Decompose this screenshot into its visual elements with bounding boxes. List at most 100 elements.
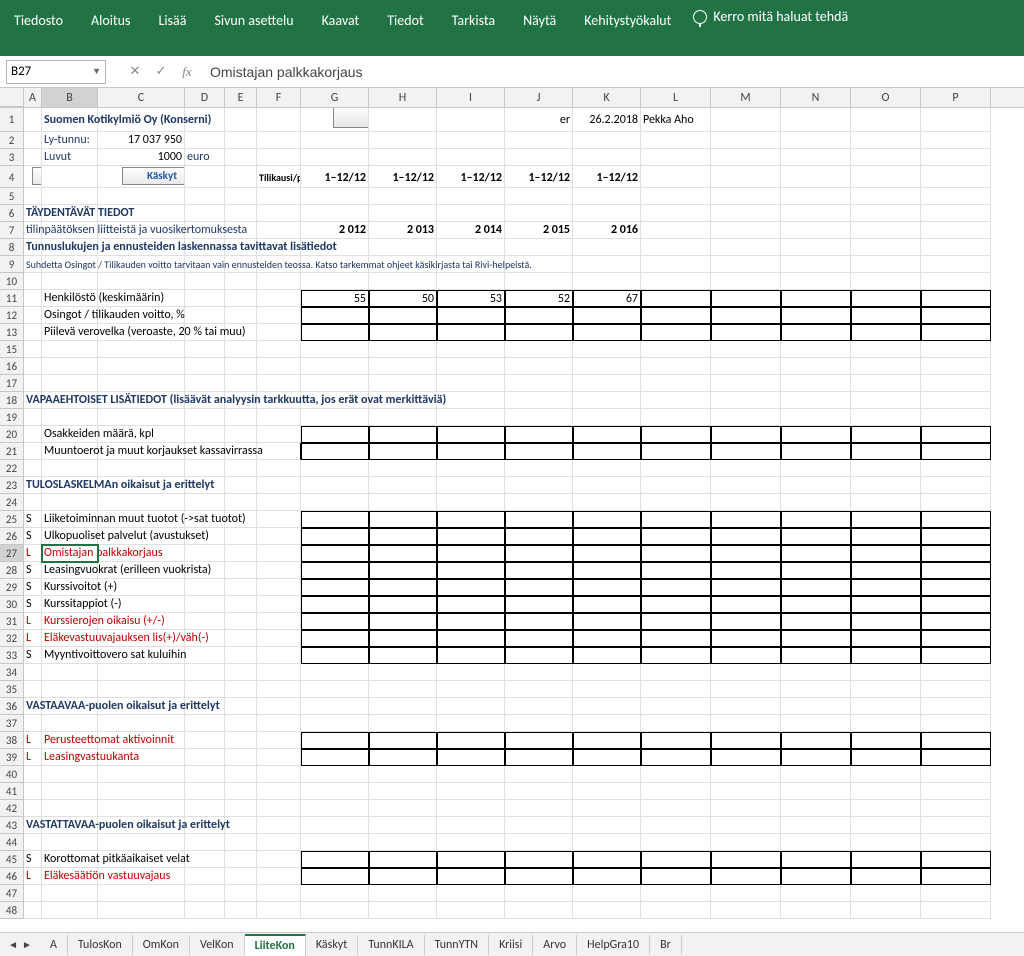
date[interactable]: 26.2.2018 [573, 108, 641, 132]
rowhdr[interactable]: 37 [0, 715, 24, 732]
r39-type[interactable]: L [24, 749, 42, 766]
rowhdr[interactable]: 17 [0, 375, 24, 392]
r25-type[interactable]: S [24, 511, 42, 528]
colhdr-L[interactable]: L [641, 88, 711, 107]
rowhdr[interactable]: 4 [0, 166, 24, 188]
colhdr-H[interactable]: H [369, 88, 437, 107]
rowhdr[interactable]: 1 [0, 108, 24, 132]
rowhdr[interactable]: 39 [0, 749, 24, 766]
sheet-tab-TunnKILA[interactable]: TunnKILA [358, 935, 424, 955]
r45-type[interactable]: S [24, 851, 42, 868]
rowhdr[interactable]: 5 [0, 188, 24, 205]
section-taydentavat[interactable]: TÄYDENTÄVÄT TIEDOT [24, 205, 42, 222]
select-all-corner[interactable] [0, 88, 24, 107]
tab-tiedot[interactable]: Tiedot [373, 8, 437, 33]
r32-type[interactable]: L [24, 630, 42, 647]
rowhdr[interactable]: 30 [0, 596, 24, 613]
tab-nav[interactable]: ◄► [0, 938, 40, 951]
section-vastattavaa[interactable]: VASTATTAVAA-puolen oikaisut ja erittelyt [24, 817, 42, 834]
year-h[interactable]: 2 013 [369, 222, 437, 239]
luvut-unit[interactable]: euro [185, 149, 225, 166]
sheet-tab-Kriisi[interactable]: Kriisi [489, 935, 533, 955]
sheet-tab-TunnYTN[interactable]: TunnYTN [425, 935, 489, 955]
rowhdr[interactable]: 21 [0, 443, 24, 460]
tab-sivun-asettelu[interactable]: Sivun asettelu [200, 8, 307, 33]
colhdr-M[interactable]: M [711, 88, 781, 107]
rowhdr[interactable]: 8 [0, 239, 24, 256]
rowhdr[interactable]: 13 [0, 324, 24, 341]
rowhdr[interactable]: 47 [0, 885, 24, 902]
tab-kaavat[interactable]: Kaavat [308, 8, 374, 33]
r21-label[interactable]: Muuntoerot ja muut korjaukset kassavirra… [42, 443, 98, 460]
rowhdr[interactable]: 15 [0, 341, 24, 358]
rowhdr[interactable]: 22 [0, 460, 24, 477]
formula-input[interactable] [202, 60, 1018, 84]
colhdr-I[interactable]: I [437, 88, 505, 107]
r12-label[interactable]: Osingot / tilikauden voitto, % [42, 307, 98, 324]
rowhdr[interactable]: 31 [0, 613, 24, 630]
year-k[interactable]: 2 016 [573, 222, 641, 239]
rowhdr[interactable]: 28 [0, 562, 24, 579]
colhdr-P[interactable]: P [921, 88, 991, 107]
rowhdr[interactable]: 19 [0, 409, 24, 426]
r11-h[interactable]: 50 [369, 290, 437, 307]
r33-type[interactable]: S [24, 647, 42, 664]
rowhdr[interactable]: 2 [0, 132, 24, 149]
colhdr-N[interactable]: N [781, 88, 851, 107]
sheet-tab-Kaskyt[interactable]: Käskyt [306, 935, 358, 955]
sheet-tab-HelpGra10[interactable]: HelpGra10 [577, 935, 650, 955]
r11-k[interactable]: 67 [573, 290, 641, 307]
sheet-tab-Arvo[interactable]: Arvo [533, 935, 577, 955]
rowhdr[interactable]: 38 [0, 732, 24, 749]
ly-value[interactable]: 17 037 950 [98, 132, 185, 149]
r46-type[interactable]: L [24, 868, 42, 885]
rowhdr[interactable]: 11 [0, 290, 24, 307]
r32-label[interactable]: Eläkevastuuvajauksen lis(+)/väh(-) [42, 630, 98, 647]
rowhdr[interactable]: 45 [0, 851, 24, 868]
colhdr-G[interactable]: G [301, 88, 369, 107]
rowhdr[interactable]: 26 [0, 528, 24, 545]
rowhdr[interactable]: 42 [0, 800, 24, 817]
r28-label[interactable]: Leasingvuokrat (erilleen vuokrista) [42, 562, 98, 579]
tab-tarkista[interactable]: Tarkista [438, 8, 509, 33]
colhdr-K[interactable]: K [573, 88, 641, 107]
tilikausi-j[interactable]: 1–12/12 [505, 166, 573, 188]
rowhdr[interactable]: 16 [0, 358, 24, 375]
rowhdr[interactable]: 34 [0, 664, 24, 681]
r46-label[interactable]: Eläkesäätiön vastuuvajaus [42, 868, 98, 885]
sheet-tab-OmKon[interactable]: OmKon [133, 935, 190, 955]
colhdr-E[interactable]: E [225, 88, 257, 107]
r11-i[interactable]: 53 [437, 290, 505, 307]
sheet-tab-Br[interactable]: Br [650, 935, 682, 955]
suhde-note[interactable]: Suhdetta Osingot / Tilikauden voitto tar… [24, 256, 42, 273]
colhdr-O[interactable]: O [851, 88, 921, 107]
tab-kehitystyokalut[interactable]: Kehitystyökalut [570, 8, 685, 33]
rowhdr[interactable]: 20 [0, 426, 24, 443]
grid[interactable]: 1 Suomen Kotikylmiö Oy (Konserni) SISÄLL… [0, 108, 1024, 919]
sheet-tab-A[interactable]: A [40, 935, 68, 955]
sheet-tab-TulosKon[interactable]: TulosKon [68, 935, 133, 955]
rowhdr[interactable]: 43 [0, 817, 24, 834]
r45-label[interactable]: Korottomat pitkäaikaiset velat [42, 851, 98, 868]
fx-button[interactable]: fx [176, 61, 198, 83]
tilikausi-g[interactable]: 1–12/12 [301, 166, 369, 188]
rowhdr[interactable]: 33 [0, 647, 24, 664]
ly-label[interactable]: Ly-tunnu: [42, 132, 98, 149]
rowhdr[interactable]: 24 [0, 494, 24, 511]
rowhdr[interactable]: 7 [0, 222, 24, 239]
r31-label[interactable]: Kurssierojen oikaisu (+/-) [42, 613, 98, 630]
rivi-helpit-button[interactable]: Rivi- helpit [32, 167, 42, 185]
rowhdr[interactable]: 40 [0, 766, 24, 783]
r11-g[interactable]: 55 [301, 290, 369, 307]
r31-type[interactable]: L [24, 613, 42, 630]
sheet-tab-VelKon[interactable]: VelKon [190, 935, 245, 955]
er-label[interactable]: er [505, 108, 573, 132]
rowhdr[interactable]: 23 [0, 477, 24, 494]
r29-type[interactable]: S [24, 579, 42, 596]
tilikausi-i[interactable]: 1–12/12 [437, 166, 505, 188]
year-j[interactable]: 2 015 [505, 222, 573, 239]
rowhdr[interactable]: 6 [0, 205, 24, 222]
r39-label[interactable]: Leasingvastuukanta [42, 749, 98, 766]
rowhdr[interactable]: 29 [0, 579, 24, 596]
company[interactable]: Suomen Kotikylmiö Oy (Konserni) [42, 108, 98, 132]
